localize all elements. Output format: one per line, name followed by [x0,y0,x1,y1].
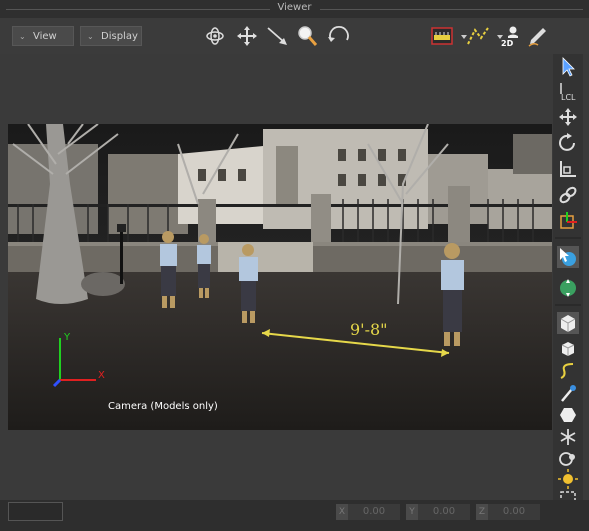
globe-move-icon [560,279,576,297]
light-tool[interactable] [556,468,580,490]
coord-y-label: Y [406,504,418,520]
undo-view-tool[interactable] [327,24,351,48]
coord-z-value: 0.00 [488,504,540,520]
toolbar-separator [555,237,581,239]
z-axis-line [52,378,62,388]
display-menu-button[interactable]: ⌄ Display [80,26,142,46]
path-dropdown[interactable] [488,24,503,48]
orbit-icon [206,27,224,45]
right-toolbar: LCL [553,54,583,509]
svg-text:LCL: LCL [561,93,576,102]
local-axis-icon: LCL [560,83,576,102]
box-primitive-tool[interactable] [556,312,580,334]
hexagon-icon [560,408,576,422]
y-axis-label: Y [63,332,71,343]
coord-x-value: 0.00 [348,504,400,520]
pen-icon [528,28,546,47]
annotate-tool[interactable] [526,24,550,48]
cursor-arrow-icon [562,57,575,77]
scale-tool[interactable] [556,158,580,180]
link-icon [559,186,577,204]
measurement-label: 9'-8" [350,320,388,339]
scale-icon [560,161,576,177]
orbit-tool[interactable] [203,24,227,48]
window-title: Viewer [277,2,312,13]
paint-dropper-icon [561,385,576,402]
2d-person-icon: 2D [501,26,518,48]
paint-tool[interactable] [556,382,580,404]
rotate-icon [559,133,575,151]
dolly-tool[interactable] [265,24,289,48]
magnifier-icon [298,26,318,46]
props-icon [559,452,575,466]
view-menu-button[interactable]: ⌄ View [12,26,74,46]
cube-tool[interactable] [556,338,580,360]
asterisk-icon [560,429,576,445]
local-coords-tool[interactable]: LCL [556,80,580,102]
x-axis-label: X [98,370,105,381]
path-icon [467,27,489,45]
s-curve-icon [560,363,574,379]
props-tool[interactable] [556,448,580,470]
viewport[interactable]: 9'-8" Y X Camera (Models only) [8,54,552,500]
measure-tool[interactable] [430,24,454,48]
coord-z-label: Z [476,504,488,520]
camera-label: Camera (Models only) [108,401,218,412]
status-field[interactable] [8,502,63,521]
sun-icon [558,469,578,489]
measure-dropdown[interactable] [452,24,467,48]
globe-cursor-icon [557,246,579,268]
undo-arrow-icon [328,26,349,42]
spawn-tool[interactable] [556,426,580,448]
pivot-icon [560,212,577,229]
zoom-tool[interactable] [295,24,319,48]
link-tool[interactable] [556,184,580,206]
move-arrows-icon [559,108,577,126]
pan-tool[interactable] [235,24,259,48]
title-bar: Viewer [0,0,589,18]
coord-x-label: X [336,504,348,520]
pivot-tool[interactable] [556,210,580,232]
polygon-tool[interactable] [556,404,580,426]
ruler-icon [431,27,453,45]
character-select-tool[interactable] [556,246,580,268]
path-tool[interactable] [466,24,490,48]
diagonal-arrow-icon [267,27,287,45]
curve-tool[interactable] [556,360,580,382]
svg-text:2D: 2D [501,39,514,48]
cube-icon [557,312,579,334]
cube-small-icon [561,342,575,356]
select-tool[interactable] [556,56,580,78]
status-bar: X 0.00 Y 0.00 Z 0.00 [0,500,589,531]
toolbar-separator [555,304,581,306]
coord-y-value: 0.00 [418,504,470,520]
rotate-tool[interactable] [556,132,580,154]
move-arrows-icon [237,26,257,46]
chevron-down-icon: ⌄ [87,32,94,41]
toolbar: ⌄ View ⌄ Display 2D [0,18,589,54]
axis-gizmo: Y X [52,332,105,388]
character-move-tool[interactable] [556,276,580,298]
chevron-down-icon: ⌄ [19,32,26,41]
move-tool[interactable] [556,106,580,128]
view-menu-label: View [33,31,57,42]
display-menu-label: Display [101,31,138,42]
2d-view-tool[interactable]: 2D [500,24,524,48]
